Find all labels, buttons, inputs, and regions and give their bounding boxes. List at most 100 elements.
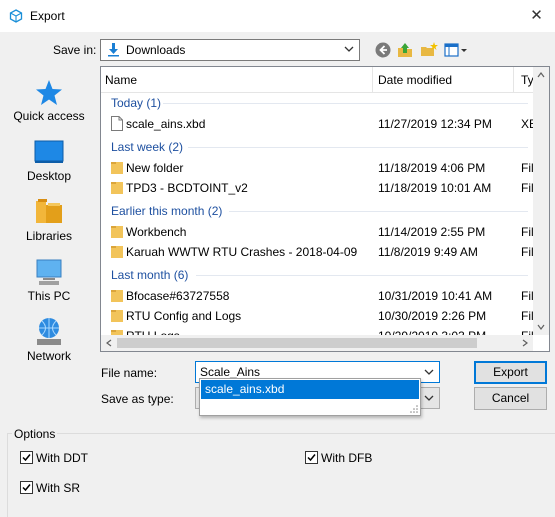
checkmark-icon — [22, 484, 31, 492]
group-divider — [188, 147, 528, 148]
cube-icon — [9, 9, 23, 23]
place-label: This PC — [27, 289, 71, 303]
file-name: RTU Config and Logs — [126, 309, 242, 323]
place-quick-access[interactable]: Quick access — [4, 79, 94, 123]
file-name: Karuah WWTW RTU Crashes - 2018-04-09 — [126, 245, 358, 259]
save-in-value: Downloads — [126, 43, 186, 57]
libraries-icon — [36, 199, 62, 223]
close-icon: ✕ — [530, 7, 543, 24]
export-button[interactable]: Export — [474, 361, 547, 384]
with-sr-label[interactable]: With SR — [36, 481, 80, 495]
place-libraries[interactable]: Libraries — [4, 197, 94, 243]
group-header[interactable]: Last month (6) — [111, 268, 188, 282]
chevron-down-icon — [344, 46, 354, 52]
file-icon — [111, 116, 123, 131]
folder-icon — [111, 182, 123, 194]
file-date: 10/30/2019 2:26 PM — [378, 309, 487, 323]
scroll-down-icon[interactable] — [537, 323, 545, 331]
with-dfb-label[interactable]: With DFB — [321, 451, 372, 465]
horizontal-scrollbar[interactable] — [101, 335, 533, 351]
scroll-left-icon[interactable] — [105, 339, 113, 347]
folder-icon — [111, 226, 123, 238]
file-type: Fil — [521, 245, 534, 259]
place-this-pc[interactable]: This PC — [4, 257, 94, 303]
horizontal-scroll-thumb[interactable] — [117, 338, 477, 348]
file-name-value: Scale_Ains — [200, 365, 261, 379]
file-date: 11/18/2019 10:01 AM — [378, 181, 492, 195]
new-folder-icon[interactable] — [420, 41, 438, 59]
column-divider[interactable] — [513, 67, 514, 93]
group-header[interactable]: Earlier this month (2) — [111, 204, 222, 218]
group-header[interactable]: Today (1) — [111, 96, 161, 110]
computer-icon — [36, 259, 62, 285]
folder-icon — [111, 162, 123, 174]
file-type: Fil — [521, 225, 534, 239]
file-row[interactable]: Karuah WWTW RTU Crashes - 2018-04-09 11/… — [101, 242, 534, 262]
file-date: 11/18/2019 4:06 PM — [378, 161, 486, 175]
scroll-up-icon[interactable] — [537, 71, 545, 79]
window-title: Export — [30, 9, 65, 23]
file-name: scale_ains.xbd — [126, 117, 206, 131]
column-header-type[interactable]: Ty — [521, 73, 534, 87]
file-name: Bfocase#63727558 — [126, 289, 230, 303]
vertical-scrollbar[interactable] — [533, 67, 549, 335]
file-type: Fil — [521, 309, 534, 323]
file-row[interactable]: Workbench 11/14/2019 2:55 PM Fil — [101, 222, 534, 242]
column-divider[interactable] — [372, 67, 373, 93]
close-button[interactable]: ✕ — [518, 0, 555, 32]
save-in-dropdown[interactable]: Downloads — [100, 39, 360, 61]
with-dfb-checkbox[interactable] — [305, 451, 318, 464]
chevron-down-icon — [424, 395, 434, 401]
file-row[interactable]: Bfocase#63727558 10/31/2019 10:41 AM Fil — [101, 286, 534, 306]
file-row[interactable]: RTU Config and Logs 10/30/2019 2:26 PM F… — [101, 306, 534, 326]
file-type: Fil — [521, 289, 534, 303]
column-header-date[interactable]: Date modified — [378, 73, 452, 87]
autocomplete-item-label: scale_ains.xbd — [205, 382, 285, 396]
vertical-scroll-thumb[interactable] — [537, 83, 545, 293]
file-date: 11/27/2019 12:34 PM — [378, 117, 492, 131]
column-headers: Name Date modified Ty — [101, 67, 549, 93]
place-network[interactable]: Network — [4, 317, 94, 363]
folder-icon — [111, 290, 123, 302]
title-bar: Export ✕ — [0, 0, 555, 32]
with-sr-checkbox[interactable] — [20, 481, 33, 494]
file-row[interactable]: TPD3 - BCDTOINT_v2 11/18/2019 10:01 AM F… — [101, 178, 534, 198]
file-list[interactable]: Name Date modified Ty Today (1) scale_ai… — [100, 66, 550, 352]
with-ddt-label[interactable]: With DDT — [36, 451, 88, 465]
place-label: Libraries — [25, 229, 73, 243]
options-title: Options — [12, 427, 58, 441]
file-date: 11/8/2019 9:49 AM — [378, 245, 478, 259]
file-row[interactable]: scale_ains.xbd 11/27/2019 12:34 PM XE — [101, 114, 537, 134]
autocomplete-dropdown: scale_ains.xbd — [199, 378, 421, 416]
place-desktop[interactable]: Desktop — [4, 139, 94, 183]
checkmark-icon — [307, 454, 316, 462]
column-header-name[interactable]: Name — [105, 73, 137, 87]
back-icon[interactable] — [374, 41, 392, 59]
save-as-type-label: Save as type: — [101, 392, 174, 406]
download-folder-icon — [108, 43, 119, 57]
file-name-label: File name: — [101, 366, 158, 380]
file-row[interactable]: New folder 11/18/2019 4:06 PM Fil — [101, 158, 534, 178]
checkmark-icon — [22, 454, 31, 462]
file-name: Workbench — [126, 225, 187, 239]
group-divider — [196, 275, 528, 276]
scroll-right-icon[interactable] — [521, 339, 529, 347]
file-type: Fil — [521, 181, 534, 195]
chevron-down-icon[interactable] — [424, 367, 434, 377]
with-ddt-checkbox[interactable] — [20, 451, 33, 464]
view-menu-icon[interactable] — [444, 41, 470, 59]
network-icon — [37, 318, 61, 345]
group-divider — [229, 211, 528, 212]
group-header[interactable]: Last week (2) — [111, 140, 183, 154]
place-label: Quick access — [13, 109, 85, 123]
place-label: Desktop — [26, 169, 72, 183]
file-date: 10/31/2019 10:41 AM — [378, 289, 493, 303]
folder-icon — [111, 246, 123, 258]
cancel-button[interactable]: Cancel — [474, 387, 547, 410]
up-folder-icon[interactable] — [396, 41, 414, 59]
resize-grip-icon[interactable] — [410, 405, 418, 413]
autocomplete-item[interactable]: scale_ains.xbd — [201, 380, 419, 399]
file-name: TPD3 - BCDTOINT_v2 — [126, 181, 248, 195]
group-divider — [163, 103, 528, 104]
places-bar: Quick access Desktop Libraries This PC N… — [4, 67, 94, 377]
